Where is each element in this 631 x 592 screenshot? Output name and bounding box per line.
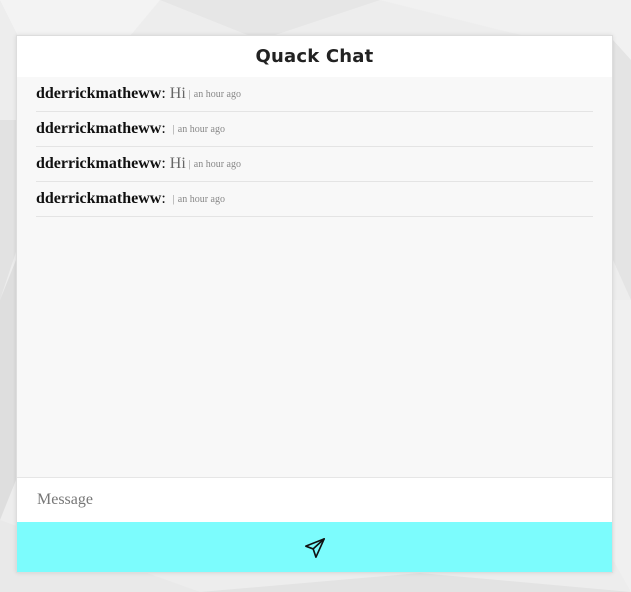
message-username: dderrickmatheww (36, 120, 162, 137)
message-text: Hi (169, 85, 186, 102)
message-timestamp: | an hour ago (172, 193, 225, 205)
message-item: dderrickmatheww: | an hour ago (36, 182, 593, 217)
message-item: dderrickmatheww: Hi | an hour ago (36, 77, 593, 112)
message-username: dderrickmatheww (36, 155, 162, 172)
message-item: dderrickmatheww: Hi | an hour ago (36, 147, 593, 182)
message-colon: : (161, 190, 166, 207)
timestamp-text: an hour ago (193, 158, 241, 170)
chat-header: Quack Chat (17, 36, 612, 77)
send-button[interactable] (17, 522, 612, 572)
message-username: dderrickmatheww (36, 85, 162, 102)
message-list: dderrickmatheww: Hi | an hour ago dderrickm… (17, 77, 612, 476)
timestamp-text: an hour ago (177, 193, 225, 205)
message-item: dderrickmatheww: | an hour ago (36, 112, 593, 147)
timestamp-text: an hour ago (193, 88, 241, 100)
message-input[interactable] (17, 478, 612, 522)
timestamp-text: an hour ago (177, 123, 225, 135)
message-composer (17, 477, 612, 522)
message-timestamp: | an hour ago (188, 158, 241, 170)
message-colon: : (161, 155, 166, 172)
app-title: Quack Chat (255, 46, 374, 67)
message-colon: : (161, 120, 166, 137)
message-timestamp: | an hour ago (188, 88, 241, 100)
paper-plane-icon (304, 538, 325, 558)
message-username: dderrickmatheww (36, 190, 162, 207)
message-colon: : (161, 85, 166, 102)
message-text: Hi (169, 155, 186, 172)
message-timestamp: | an hour ago (172, 123, 225, 135)
chat-panel: Quack Chat dderrickmatheww: Hi | an hour ag… (16, 35, 613, 573)
